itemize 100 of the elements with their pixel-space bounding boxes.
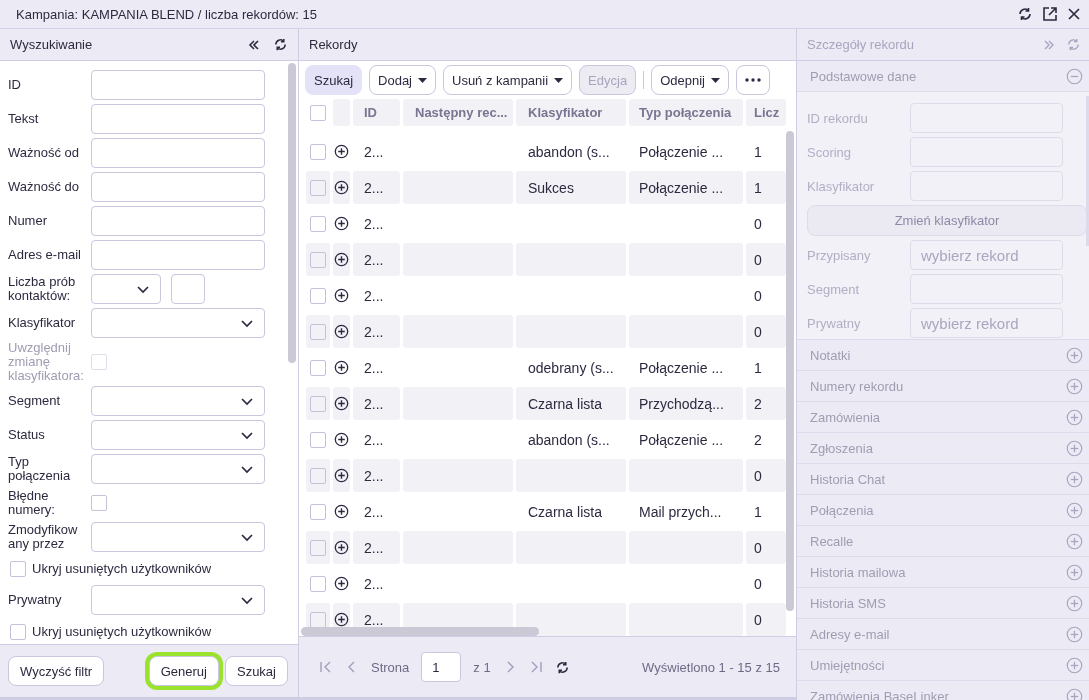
first-page-icon[interactable] xyxy=(319,660,333,674)
expand-icon[interactable] xyxy=(334,324,349,339)
page-input[interactable]: 1 xyxy=(421,652,462,682)
input-field[interactable] xyxy=(171,274,205,304)
table-cell: 1 xyxy=(746,171,786,204)
column-header[interactable]: Licz xyxy=(746,99,786,126)
more-button[interactable] xyxy=(735,65,770,95)
row-checkbox[interactable] xyxy=(310,503,326,520)
select-all-checkbox[interactable] xyxy=(310,104,326,121)
toolbar-button[interactable]: Usuń z kampanii xyxy=(443,65,573,95)
row-checkbox[interactable] xyxy=(310,143,326,160)
expand-icon[interactable] xyxy=(334,216,349,231)
form-button[interactable]: Wyczyść filtr xyxy=(8,656,105,686)
caret-icon xyxy=(554,77,564,83)
open-external-icon[interactable] xyxy=(1042,6,1058,22)
toolbar-button[interactable]: Dodaj xyxy=(369,65,436,95)
input-field[interactable] xyxy=(91,240,265,270)
select-field[interactable] xyxy=(91,522,265,553)
section-header[interactable]: Umiejętności xyxy=(797,650,1089,681)
expand-icon[interactable] xyxy=(334,576,349,591)
row-checkbox[interactable] xyxy=(310,251,326,268)
section-header[interactable]: Połączenia xyxy=(797,495,1089,526)
input-field[interactable] xyxy=(91,70,265,100)
input-field[interactable] xyxy=(91,206,265,236)
expand-icon[interactable] xyxy=(334,144,349,159)
input-field[interactable] xyxy=(91,104,265,134)
row-checkbox[interactable] xyxy=(310,215,326,232)
close-icon[interactable] xyxy=(1067,7,1081,21)
row-checkbox[interactable] xyxy=(310,179,326,196)
select-field[interactable] xyxy=(91,454,265,485)
toolbar-button[interactable]: Odepnij xyxy=(651,65,729,95)
row-checkbox[interactable] xyxy=(310,431,326,448)
expand-icon[interactable] xyxy=(334,468,349,483)
scrollbar-thumb[interactable] xyxy=(288,63,296,363)
row-checkbox[interactable] xyxy=(310,287,326,304)
expand-icon[interactable] xyxy=(334,540,349,555)
section-title: Historia SMS xyxy=(810,595,887,611)
section-header[interactable]: Notatki xyxy=(797,340,1089,371)
checkbox[interactable] xyxy=(91,495,107,512)
column-header[interactable]: ID xyxy=(353,99,400,126)
expand-icon[interactable] xyxy=(334,612,349,627)
select-field[interactable] xyxy=(91,274,161,304)
expand-icon[interactable] xyxy=(334,288,349,303)
row-checkbox[interactable] xyxy=(310,575,326,592)
scrollbar-thumb[interactable] xyxy=(301,627,539,636)
row-checkbox[interactable] xyxy=(310,611,326,628)
expand-icon[interactable] xyxy=(334,360,349,375)
section-header[interactable]: Recalle xyxy=(797,526,1089,557)
column-header[interactable]: Następny rec... xyxy=(403,99,513,126)
page-label: Strona xyxy=(371,659,410,675)
refresh-icon[interactable] xyxy=(554,659,570,675)
select-field[interactable] xyxy=(91,386,265,417)
section-header[interactable]: Zgłoszenia xyxy=(797,433,1089,464)
section-header[interactable]: Podstawowe dane xyxy=(797,61,1089,92)
checkbox[interactable] xyxy=(10,560,26,577)
table-cell: Czarna lista xyxy=(516,387,626,420)
section-header[interactable]: Adresy e-mail xyxy=(797,619,1089,650)
column-header[interactable]: Klasyfikator xyxy=(516,99,626,126)
select-field[interactable] xyxy=(91,308,265,338)
column-header[interactable]: Typ połączenia xyxy=(629,99,743,126)
table-cell-text: 0 xyxy=(753,214,763,234)
row-checkbox[interactable] xyxy=(310,395,326,412)
table-cell-text: 2... xyxy=(363,286,385,306)
scrollbar-thumb[interactable] xyxy=(786,131,794,611)
refresh-icon[interactable] xyxy=(1017,6,1033,22)
collapse-icon[interactable] xyxy=(247,37,261,52)
section-header[interactable]: Zamówienia xyxy=(797,402,1089,433)
section-header[interactable]: Historia Chat xyxy=(797,464,1089,495)
expand-icon[interactable] xyxy=(334,180,349,195)
row-checkbox[interactable] xyxy=(310,467,326,484)
select-field[interactable] xyxy=(91,420,265,451)
field-label: Zmodyfikow any przez xyxy=(8,523,79,552)
row-checkbox[interactable] xyxy=(310,539,326,556)
form-button[interactable]: Szukaj xyxy=(224,656,288,686)
section-header[interactable]: Historia mailowa xyxy=(797,557,1089,588)
row-checkbox[interactable] xyxy=(310,359,326,376)
expand-icon[interactable] xyxy=(334,396,349,411)
field-label: Typ połączenia xyxy=(8,455,72,484)
select-field[interactable] xyxy=(91,585,265,616)
section-header[interactable]: Zamówienia BaseLinker xyxy=(797,681,1089,700)
table-cell: Sukces xyxy=(516,171,626,204)
table-cell: Połączenie ... xyxy=(629,171,743,204)
section-header[interactable]: Historia SMS xyxy=(797,588,1089,619)
records-summary: Wyświetlono 1 - 15 z 15 xyxy=(642,659,780,675)
input-field[interactable]: wybierz rekord xyxy=(910,308,1063,338)
table-cell: 2 xyxy=(746,387,786,420)
expand-icon[interactable] xyxy=(334,504,349,519)
input-field[interactable]: wybierz rekord xyxy=(910,240,1063,270)
refresh-icon[interactable] xyxy=(273,37,288,52)
checkbox[interactable] xyxy=(10,623,26,640)
expand-icon[interactable] xyxy=(334,432,349,447)
row-checkbox[interactable] xyxy=(310,323,326,340)
toolbar-button[interactable]: Szukaj xyxy=(305,65,363,95)
section-header[interactable]: Numery rekordu xyxy=(797,371,1089,402)
section-title: Zamówienia xyxy=(810,409,882,425)
expand-icon[interactable] xyxy=(334,252,349,267)
input-field[interactable] xyxy=(91,138,265,168)
input-field[interactable] xyxy=(91,172,265,202)
change-classifier-button[interactable]: Zmień klasyfikator xyxy=(807,205,1087,236)
table-cell-text: 1 xyxy=(753,142,763,162)
